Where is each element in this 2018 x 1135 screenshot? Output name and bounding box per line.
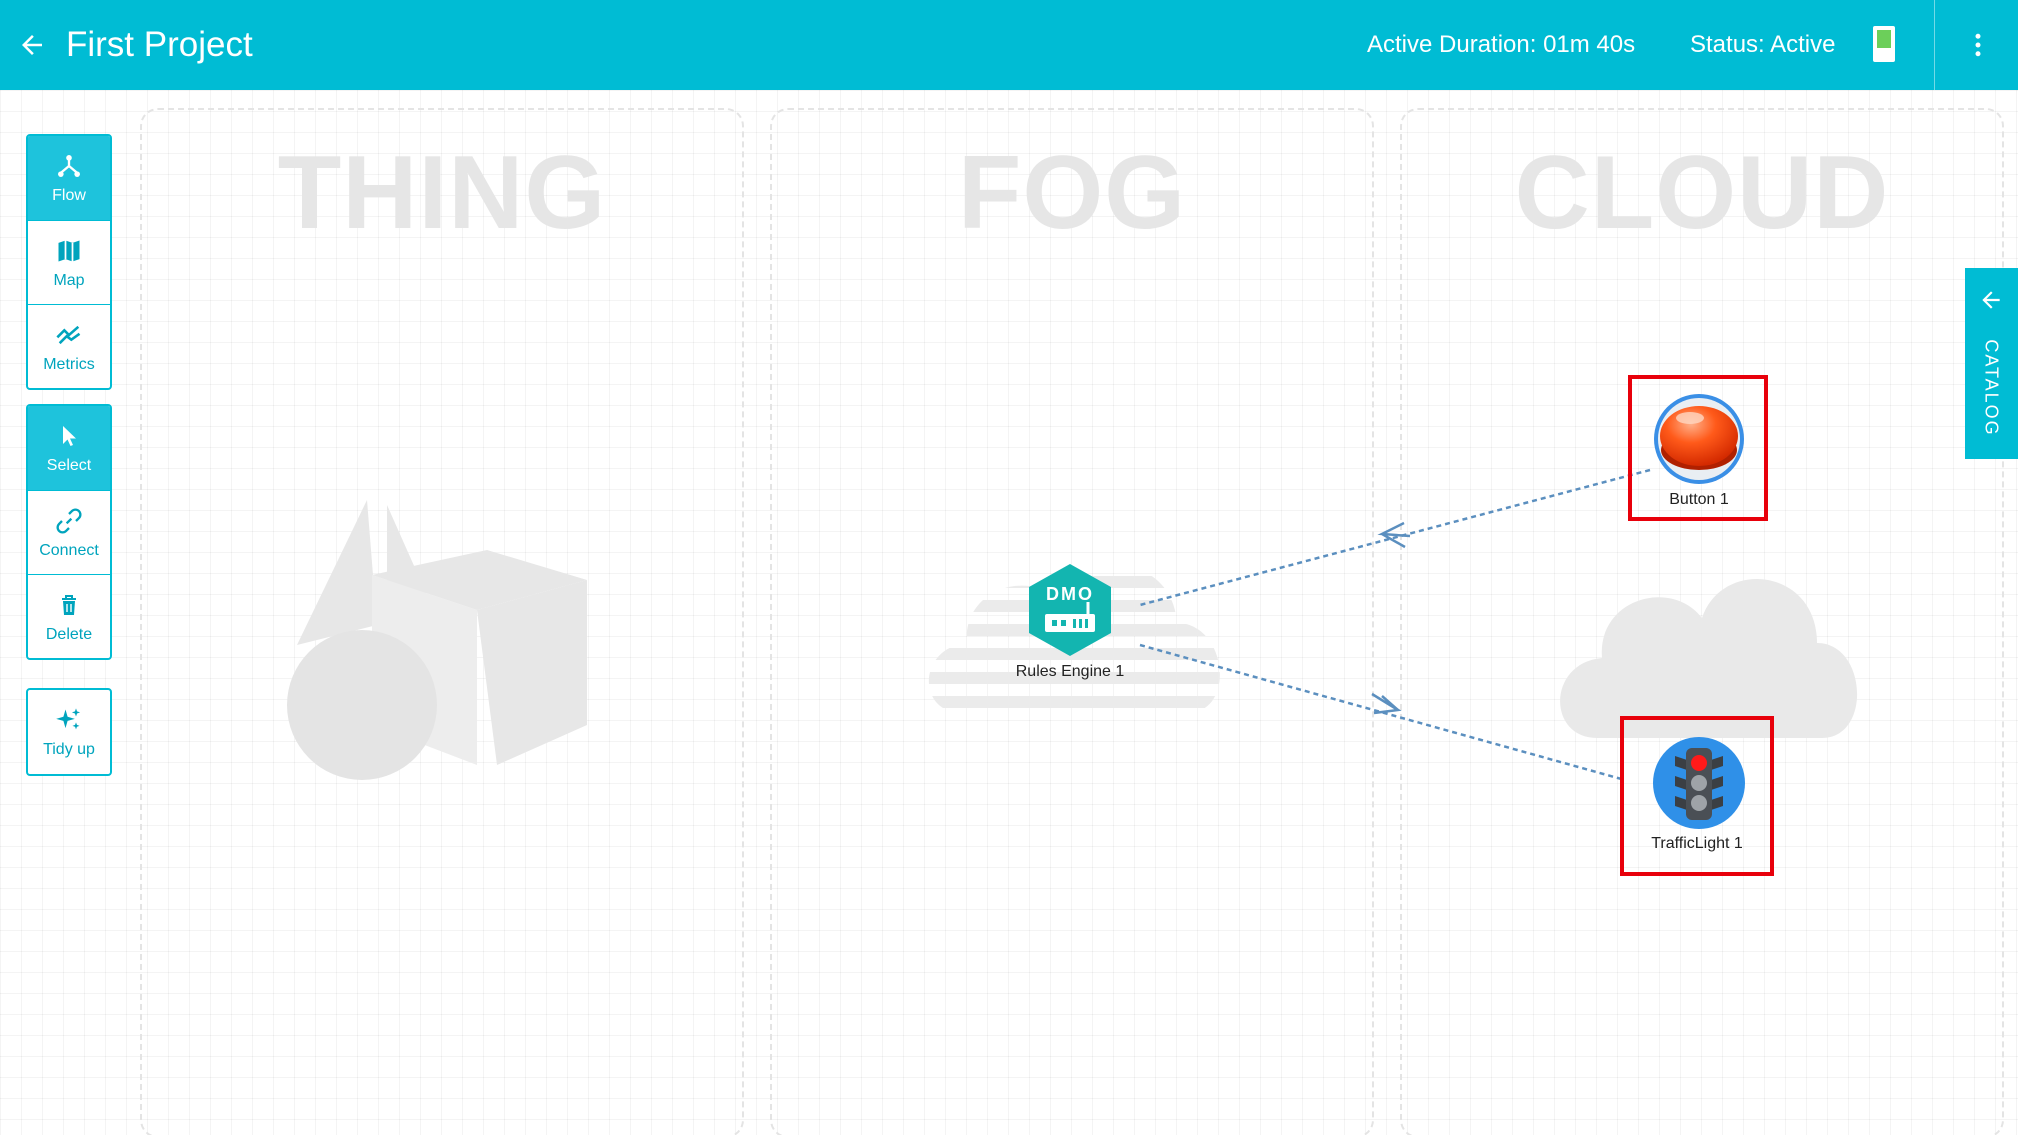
zone-title: FOG	[957, 135, 1187, 251]
catalog-tab[interactable]: CATALOG	[1965, 268, 2018, 459]
link-icon	[56, 507, 82, 534]
arrow-left-icon	[1982, 291, 2000, 309]
zone-thing: THING	[140, 108, 744, 1135]
cursor-icon	[63, 426, 76, 446]
view-toolbar: Flow Map Metrics	[26, 134, 112, 390]
traffic-light-node[interactable]	[1652, 736, 1746, 830]
status-label: Status:	[1690, 31, 1765, 58]
connect-tool-button[interactable]: Connect	[28, 490, 110, 574]
tool-label: Map	[53, 271, 85, 289]
status-text: Status: Active	[1690, 28, 1835, 62]
delete-tool-button[interactable]: Delete	[28, 574, 110, 658]
rules-engine-badge: DMO	[1046, 584, 1094, 604]
tidy-up-button[interactable]: Tidy up	[28, 690, 110, 774]
rules-engine-label: Rules Engine 1	[1015, 663, 1125, 680]
extra-toolbar: Tidy up	[26, 688, 112, 776]
back-button[interactable]	[12, 20, 52, 70]
flow-canvas[interactable]: THING FOG CLOUD Flow Map Metrics Select …	[0, 90, 2018, 1135]
tool-label: Tidy up	[43, 741, 95, 758]
map-icon	[58, 240, 80, 261]
active-duration: Active Duration: 01m 40s	[1367, 28, 1635, 62]
duration-value: 01m 40s	[1543, 31, 1636, 58]
arrow-left-icon	[22, 35, 42, 55]
more-menu-button[interactable]	[1956, 22, 2000, 68]
rules-engine-node[interactable]: DMO	[1025, 562, 1115, 662]
catalog-label: CATALOG	[1981, 339, 2002, 437]
tool-label: Flow	[52, 187, 86, 204]
arrowhead-icon	[1371, 692, 1402, 715]
metrics-view-button[interactable]: Metrics	[28, 304, 110, 388]
zone-title: THING	[277, 135, 607, 251]
flow-view-button[interactable]: Flow	[28, 136, 110, 220]
traffic-light-icon	[1653, 737, 1745, 829]
duration-label: Active Duration:	[1367, 31, 1537, 58]
button-node-label: Button 1	[1669, 491, 1729, 508]
sparkle-icon	[56, 708, 81, 730]
zone-cloud: CLOUD	[1400, 108, 2004, 1135]
tool-label: Select	[46, 457, 92, 474]
tool-label: Metrics	[43, 355, 95, 373]
button-node[interactable]	[1652, 392, 1746, 486]
header-divider	[1934, 0, 1935, 90]
status-value: Active	[1770, 31, 1836, 58]
red-button-icon	[1654, 394, 1744, 484]
tool-label: Delete	[45, 625, 93, 643]
metrics-icon	[56, 325, 81, 344]
trash-icon	[62, 594, 76, 615]
rules-engine-icon	[1029, 564, 1111, 656]
map-view-button[interactable]: Map	[28, 220, 110, 304]
project-title: First Project	[66, 25, 253, 64]
flow-icon	[58, 155, 80, 177]
more-vertical-icon	[1975, 33, 1981, 57]
select-tool-button[interactable]: Select	[28, 406, 110, 490]
zone-title: CLOUD	[1514, 135, 1890, 251]
tool-label: Connect	[39, 541, 99, 559]
traffic-light-node-label: TrafficLight 1	[1651, 835, 1743, 852]
edit-toolbar: Select Connect Delete	[26, 404, 112, 660]
status-indicator	[1873, 26, 1895, 62]
thing-shapes-icon	[287, 500, 587, 780]
app-header: First Project Active Duration: 01m 40s S…	[0, 0, 2018, 90]
status-indicator-fill	[1877, 30, 1891, 48]
